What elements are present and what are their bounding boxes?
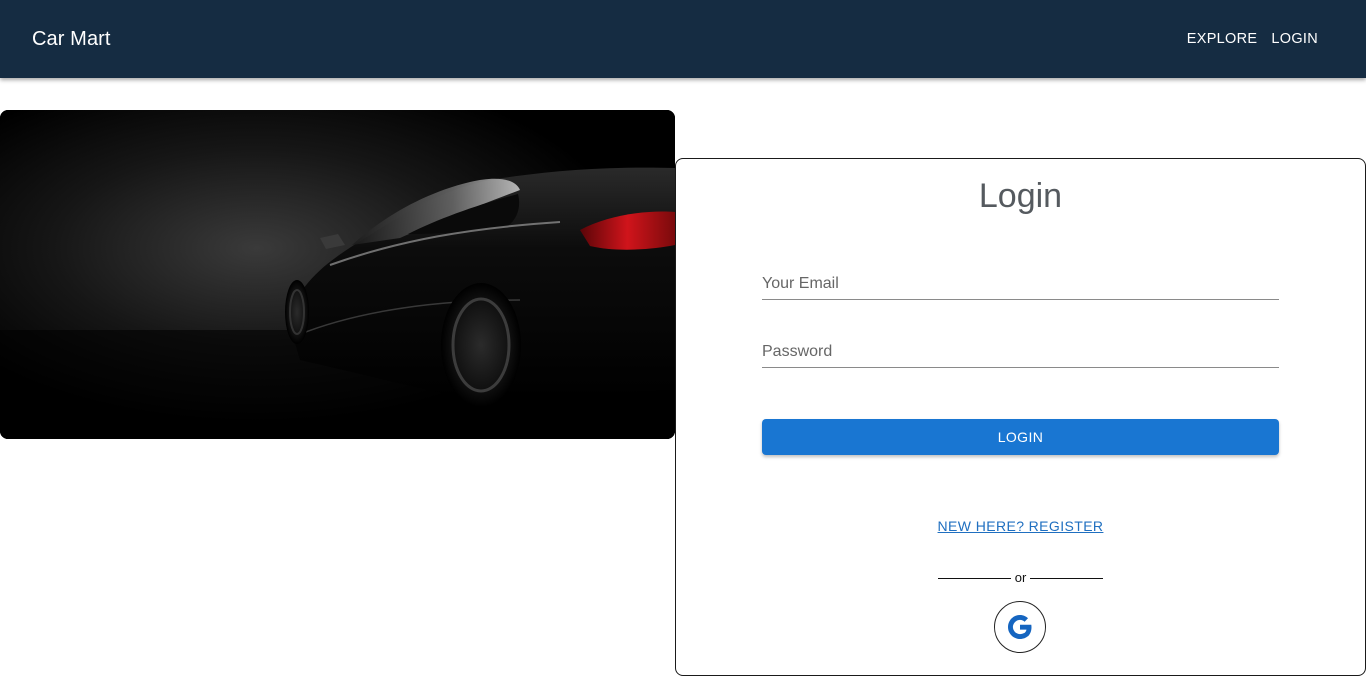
login-card: Login LOGIN NEW HERE? REGISTER or [675,158,1366,676]
login-button[interactable]: LOGIN [762,419,1279,455]
register-link-wrapper: NEW HERE? REGISTER [676,518,1365,534]
divider-line-right [1030,578,1104,579]
password-field-wrapper [762,327,1279,368]
brand-title[interactable]: Car Mart [32,28,111,51]
login-title: Login [978,177,1063,215]
password-field[interactable] [762,343,1279,361]
google-icon [1008,615,1032,639]
email-field[interactable] [762,275,1279,293]
divider-line-left [937,578,1011,579]
nav-explore[interactable]: EXPLORE [1180,25,1265,53]
car-photo-icon [0,110,675,439]
hero-car-image [0,110,675,439]
top-nav: EXPLORE LOGIN [1180,25,1325,53]
google-login-button[interactable] [994,601,1046,653]
divider-text: or [1014,570,1027,585]
or-divider: or [676,570,1365,585]
nav-login[interactable]: LOGIN [1264,25,1325,53]
register-link[interactable]: NEW HERE? REGISTER [938,518,1104,534]
app-bar: Car Mart EXPLORE LOGIN [0,0,1366,78]
email-field-wrapper [762,259,1279,300]
